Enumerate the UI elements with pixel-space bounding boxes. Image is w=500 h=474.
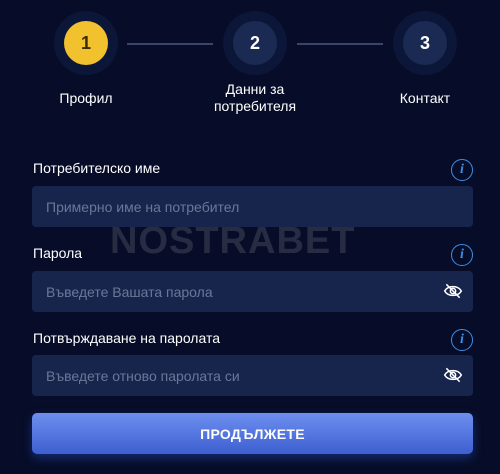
username-input[interactable] [46,198,426,215]
step-3-label: Контакт [399,90,451,106]
step-1[interactable]: 1 [54,11,118,75]
confirm-password-input[interactable] [46,367,426,384]
step-3[interactable]: 3 [393,11,457,75]
step-3-number: 3 [403,21,447,65]
step-connector [127,43,213,45]
password-field[interactable] [32,271,473,312]
username-label: Потребителско име [33,160,161,176]
continue-button[interactable]: ПРОДЪЛЖЕТЕ [32,413,473,454]
step-2-label-line1: Данни за [225,81,285,97]
eye-off-icon[interactable] [443,282,463,300]
step-1-label: Профил [59,90,113,106]
eye-off-icon[interactable] [443,366,463,384]
step-2-label-line2: потребителя [213,98,297,114]
step-connector [297,43,383,45]
step-1-number: 1 [64,21,108,65]
password-label: Парола [33,245,83,261]
password-input[interactable] [46,283,426,300]
info-icon[interactable]: i [451,159,473,181]
username-field[interactable] [32,186,473,227]
confirm-password-field[interactable] [32,355,473,396]
info-icon[interactable]: i [451,329,473,351]
step-2-number: 2 [233,21,277,65]
step-2-label: Данни за потребителя [195,81,315,115]
confirm-password-label: Потвърждаване на паролата [33,330,220,346]
step-2[interactable]: 2 [223,11,287,75]
info-icon[interactable]: i [451,244,473,266]
registration-stepper: 1 2 3 Профил Данни за потребителя Контак… [0,0,500,130]
